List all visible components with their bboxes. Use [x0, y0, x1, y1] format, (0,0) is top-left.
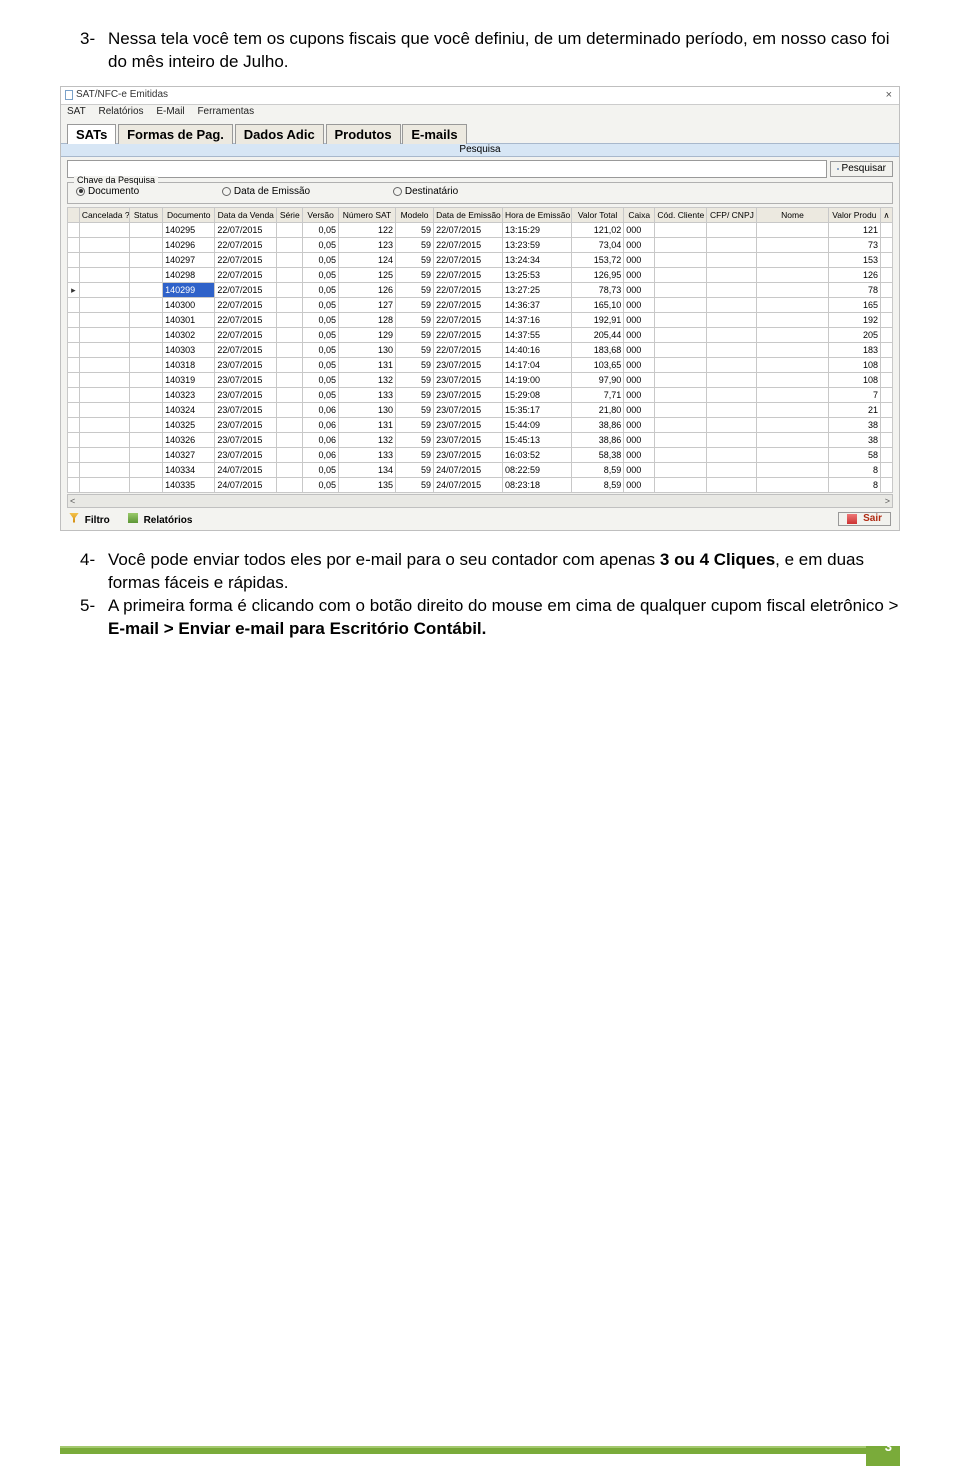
- table-row[interactable]: 14030022/07/20150,051275922/07/201514:36…: [68, 298, 893, 313]
- tab-sats[interactable]: SATs: [67, 124, 116, 144]
- grid-col-header[interactable]: ∧: [880, 208, 892, 223]
- bottom-bar: Filtro Relatórios Sair: [61, 510, 899, 530]
- search-key-group: Chave da Pesquisa Documento Data de Emis…: [67, 182, 893, 204]
- horizontal-scrollbar[interactable]: < >: [67, 494, 893, 508]
- tab-formas-pag[interactable]: Formas de Pag.: [118, 124, 233, 144]
- menu-email[interactable]: E-Mail: [156, 106, 184, 117]
- table-row[interactable]: 14029522/07/20150,051225922/07/201513:15…: [68, 223, 893, 238]
- radio-data-emissao[interactable]: Data de Emissão: [222, 186, 310, 197]
- step-4-text-a: Você pode enviar todos eles por e-mail p…: [108, 550, 660, 569]
- step-5-num: 5-: [80, 595, 95, 618]
- pesquisar-button[interactable]: Pesquisar: [830, 161, 893, 177]
- radio-icon: [76, 187, 85, 196]
- step-3: 3- Nessa tela você tem os cupons fiscais…: [60, 28, 900, 74]
- search-key-legend: Chave da Pesquisa: [74, 176, 158, 185]
- table-row[interactable]: 14029722/07/20150,051245922/07/201513:24…: [68, 253, 893, 268]
- menubar: SAT Relatórios E-Mail Ferramentas: [61, 105, 899, 119]
- tabs: SATs Formas de Pag. Dados Adic Produtos …: [61, 119, 899, 143]
- step-5: 5- A primeira forma é clicando com o bot…: [60, 595, 900, 641]
- tab-dados-adic[interactable]: Dados Adic: [235, 124, 324, 144]
- step-5-strong: E-mail > Enviar e-mail para Escritório C…: [108, 619, 486, 638]
- scroll-right-icon[interactable]: >: [885, 497, 890, 506]
- titlebar[interactable]: SAT/NFC-e Emitidas ×: [61, 87, 899, 105]
- grid-col-header[interactable]: Cancelada ?: [79, 208, 129, 223]
- radio-destinatario[interactable]: Destinatário: [393, 186, 458, 197]
- report-icon: [128, 513, 138, 523]
- radio-icon: [222, 187, 231, 196]
- table-row[interactable]: 14031923/07/20150,051325923/07/201514:19…: [68, 373, 893, 388]
- step-3-text: Nessa tela você tem os cupons fiscais qu…: [108, 29, 890, 71]
- table-row[interactable]: 14029622/07/20150,051235922/07/201513:23…: [68, 238, 893, 253]
- scroll-left-icon[interactable]: <: [70, 497, 75, 506]
- grid-col-header[interactable]: CFP/ CNPJ: [707, 208, 757, 223]
- table-row[interactable]: 14032523/07/20150,061315923/07/201515:44…: [68, 418, 893, 433]
- close-icon[interactable]: ×: [883, 90, 895, 101]
- search-section-label: Pesquisa: [61, 143, 899, 157]
- grid-header-row: Cancelada ?StatusDocumentoData da VendaS…: [68, 208, 893, 223]
- exit-icon: [847, 514, 857, 524]
- grid-col-header[interactable]: Modelo: [396, 208, 434, 223]
- window-title: SAT/NFC-e Emitidas: [76, 90, 883, 100]
- step-4-num: 4-: [80, 549, 95, 572]
- grid-col-header[interactable]: Data de Emissão: [434, 208, 503, 223]
- grid-col-header[interactable]: Hora de Emissão: [503, 208, 572, 223]
- tab-produtos[interactable]: Produtos: [326, 124, 401, 144]
- table-row[interactable]: ▸14029922/07/20150,051265922/07/201513:2…: [68, 283, 893, 298]
- table-row[interactable]: 14031823/07/20150,051315923/07/201514:17…: [68, 358, 893, 373]
- app-window: SAT/NFC-e Emitidas × SAT Relatórios E-Ma…: [60, 86, 900, 531]
- relatorios-button[interactable]: Relatórios: [128, 513, 193, 526]
- step-4-strong: 3 ou 4 Cliques: [660, 550, 775, 569]
- table-row[interactable]: 14033524/07/20150,051355924/07/201508:23…: [68, 478, 893, 493]
- menu-relatorios[interactable]: Relatórios: [99, 106, 144, 117]
- grid-col-header[interactable]: Valor Produ: [828, 208, 880, 223]
- grid-col-header[interactable]: Valor Total: [571, 208, 623, 223]
- grid-col-header[interactable]: Série: [277, 208, 303, 223]
- filter-icon: [69, 513, 79, 523]
- search-input[interactable]: [67, 160, 827, 178]
- pesquisar-label: Pesquisar: [842, 164, 886, 174]
- tab-emails[interactable]: E-mails: [402, 124, 466, 144]
- grid-col-header[interactable]: Documento: [163, 208, 215, 223]
- search-row: Pesquisar: [61, 157, 899, 180]
- table-row[interactable]: 14030322/07/20150,051305922/07/201514:40…: [68, 343, 893, 358]
- grid-col-header[interactable]: Status: [129, 208, 162, 223]
- data-grid[interactable]: Cancelada ?StatusDocumentoData da VendaS…: [67, 207, 893, 493]
- table-row[interactable]: 14030122/07/20150,051285922/07/201514:37…: [68, 313, 893, 328]
- table-row[interactable]: 14032723/07/20150,061335923/07/201516:03…: [68, 448, 893, 463]
- table-row[interactable]: 14033424/07/20150,051345924/07/201508:22…: [68, 463, 893, 478]
- step-4: 4- Você pode enviar todos eles por e-mai…: [60, 549, 900, 595]
- grid-col-header[interactable]: Data da Venda: [215, 208, 277, 223]
- search-icon: [837, 168, 839, 170]
- filtro-button[interactable]: Filtro: [69, 513, 110, 526]
- table-row[interactable]: 14032623/07/20150,061325923/07/201515:45…: [68, 433, 893, 448]
- radio-documento[interactable]: Documento: [76, 186, 139, 197]
- table-row[interactable]: 14032323/07/20150,051335923/07/201515:29…: [68, 388, 893, 403]
- page-number: 3: [885, 1438, 892, 1456]
- window-icon: [65, 90, 73, 100]
- step-5-text-a: A primeira forma é clicando com o botão …: [108, 596, 898, 615]
- grid-col-header[interactable]: [68, 208, 80, 223]
- grid-col-header[interactable]: Caixa: [624, 208, 655, 223]
- menu-sat[interactable]: SAT: [67, 106, 86, 117]
- page-footer: 3: [60, 1446, 900, 1466]
- table-row[interactable]: 14029822/07/20150,051255922/07/201513:25…: [68, 268, 893, 283]
- grid-col-header[interactable]: Cód. Cliente: [655, 208, 707, 223]
- grid-col-header[interactable]: Número SAT: [338, 208, 395, 223]
- step-3-num: 3-: [80, 28, 95, 51]
- menu-ferramentas[interactable]: Ferramentas: [197, 106, 254, 117]
- radio-icon: [393, 187, 402, 196]
- sair-button[interactable]: Sair: [838, 512, 891, 526]
- table-row[interactable]: 14030222/07/20150,051295922/07/201514:37…: [68, 328, 893, 343]
- table-row[interactable]: 14032423/07/20150,061305923/07/201515:35…: [68, 403, 893, 418]
- grid-col-header[interactable]: Versão: [303, 208, 339, 223]
- grid-col-header[interactable]: Nome: [757, 208, 828, 223]
